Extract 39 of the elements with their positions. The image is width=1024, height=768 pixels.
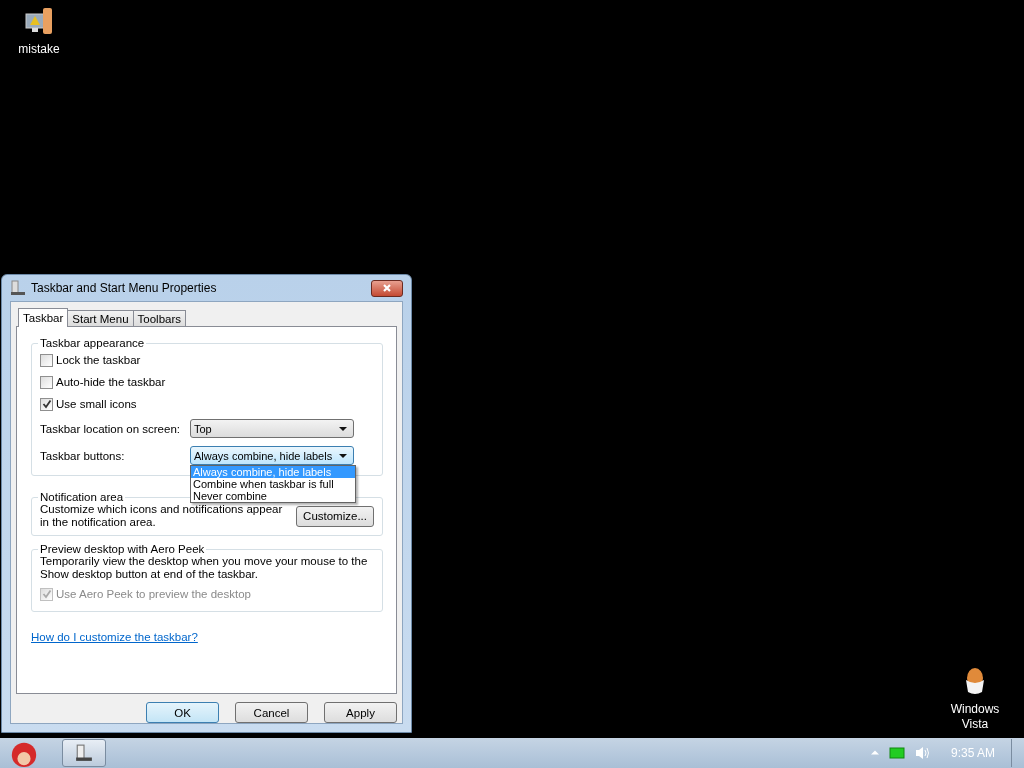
caret-icon xyxy=(339,453,347,458)
group-title: Taskbar appearance xyxy=(39,337,146,349)
caret-icon xyxy=(339,426,347,431)
taskbar-icon xyxy=(75,744,93,762)
checkbox[interactable] xyxy=(40,353,53,367)
group-title: Notification area xyxy=(39,491,125,503)
field-label: Taskbar buttons: xyxy=(40,449,126,462)
checkbox[interactable] xyxy=(40,375,53,389)
close-icon xyxy=(382,283,392,293)
checkbox-label: Use Aero Peek to preview the desktop xyxy=(56,588,251,600)
dropdown[interactable]: Always combine, hide labels xyxy=(190,446,354,465)
dropdown[interactable]: Top xyxy=(190,419,354,438)
network-icon[interactable] xyxy=(888,747,905,759)
dialog-button[interactable]: Cancel xyxy=(235,702,308,723)
dropdown-option[interactable]: Combine when taskbar is full xyxy=(191,478,355,490)
tab[interactable]: Toolbars xyxy=(132,310,186,326)
desktop-icon-label[interactable]: Windows Vista xyxy=(944,702,1006,732)
help-link[interactable]: How do I customize the taskbar? xyxy=(31,631,198,643)
tab[interactable]: Taskbar xyxy=(18,308,69,327)
checkbox[interactable] xyxy=(40,397,53,411)
window-title: Taskbar and Start Menu Properties xyxy=(31,281,218,295)
checkbox-label: Auto-hide the taskbar xyxy=(56,376,166,388)
taskbar-button[interactable] xyxy=(62,739,106,767)
tab[interactable]: Start Menu xyxy=(67,310,134,326)
description-text: Temporarily view the desktop when you move your mouse to the Show desktop button at end of the taskbar. xyxy=(40,555,369,582)
checkbox-label: Lock the taskbar xyxy=(56,354,141,366)
field-label: Taskbar location on screen: xyxy=(40,422,181,435)
close-button[interactable] xyxy=(371,279,403,297)
dialog-button[interactable]: OK xyxy=(146,702,219,723)
description-text: Customize which icons and notifications appear in the notification area. xyxy=(40,503,284,529)
desktop-icon-label[interactable]: mistake xyxy=(18,42,60,57)
customize-button[interactable]: Customize... xyxy=(296,505,374,527)
dropdown-option[interactable]: Never combine xyxy=(191,490,355,502)
group-title: Preview desktop with Aero Peek xyxy=(39,543,206,555)
checkbox-label: Use small icons xyxy=(56,398,137,410)
taskbar-icon xyxy=(10,280,26,296)
speaker-icon[interactable] xyxy=(914,745,931,761)
show-hidden-icons-icon[interactable] xyxy=(870,749,879,757)
dialog-button[interactable]: Apply xyxy=(324,702,397,723)
